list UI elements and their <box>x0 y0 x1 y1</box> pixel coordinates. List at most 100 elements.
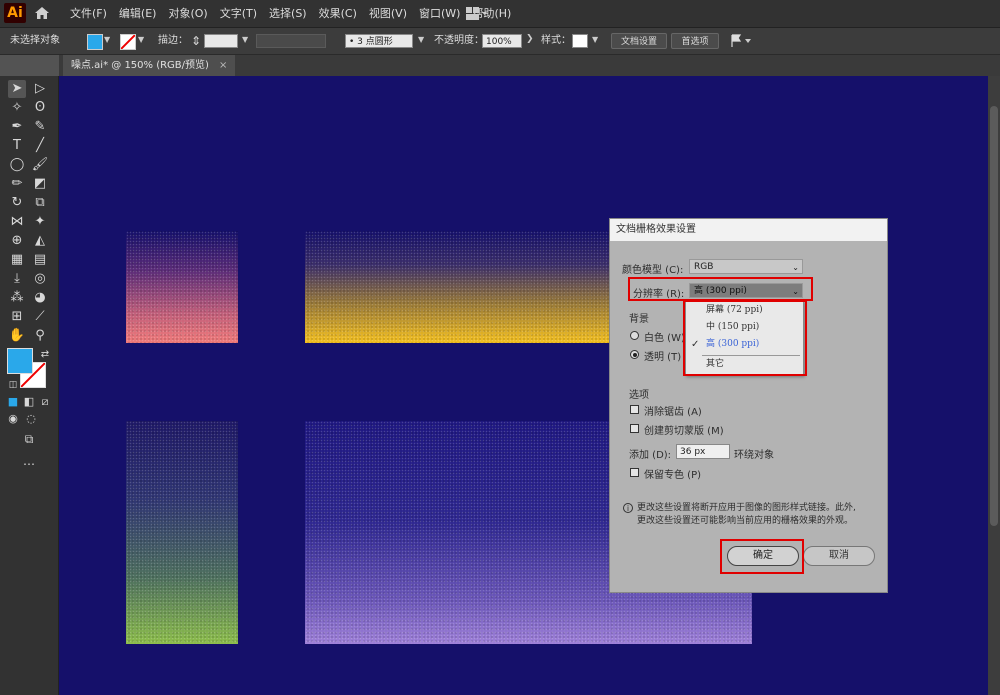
column-graph-tool-icon[interactable]: ◕ <box>31 289 49 307</box>
preserve-spot-colors-label[interactable]: 保留专色 (P) <box>644 466 701 481</box>
draw-behind-icon[interactable]: ◌ <box>22 410 40 428</box>
antialias-checkbox[interactable] <box>630 405 639 414</box>
menu-select[interactable]: 选择(S) <box>269 0 313 27</box>
opacity-label[interactable]: 不透明度： <box>434 28 484 54</box>
artwork-green-noise[interactable] <box>126 421 238 644</box>
slice-tool-icon[interactable]: ⟋ <box>31 308 49 326</box>
chevron-right-icon[interactable]: ❯ <box>526 34 534 44</box>
scale-tool-icon[interactable]: ⧉ <box>31 194 49 212</box>
menu-edit[interactable]: 编辑(E) <box>119 0 163 27</box>
type-tool-icon[interactable]: T <box>8 137 26 155</box>
note-line-1: 更改这些设置将断开应用于图像的图形样式链接。此外, <box>637 503 856 513</box>
stroke-weight-field[interactable] <box>204 34 238 48</box>
noise-overlay <box>126 421 238 644</box>
shape-builder-tool-icon[interactable]: ⊕ <box>8 232 26 250</box>
selection-tool-icon[interactable]: ➤ <box>8 80 26 98</box>
menu-window[interactable]: 窗口(W) <box>419 0 466 27</box>
menu-type[interactable]: 文字(T) <box>220 0 263 27</box>
brush-definition-field[interactable]: • 3 点圆形 <box>345 34 413 48</box>
background-white-radio[interactable] <box>630 331 639 340</box>
default-colors-icon[interactable]: ◫ <box>4 376 22 394</box>
home-icon[interactable] <box>34 5 50 21</box>
highlight-box-dropdown <box>683 300 807 376</box>
swap-colors-icon[interactable]: ⇄ <box>36 346 54 364</box>
document-setup-button[interactable]: 文档设置 <box>611 33 667 49</box>
chevron-down-icon[interactable]: ▼ <box>242 35 248 44</box>
add-label: 添加 (D): <box>629 450 672 461</box>
stroke-weight-stepper-icon[interactable]: ⇕ <box>191 28 201 54</box>
color-model-select[interactable]: RGB ⌄ <box>689 259 803 274</box>
cancel-button[interactable]: 取消 <box>803 546 875 566</box>
background-transparent-radio[interactable] <box>630 350 639 359</box>
document-tab[interactable]: 噪点.ai* @ 150% (RGB/预览) × <box>63 55 236 76</box>
artboard-tool-icon[interactable]: ⊞ <box>8 308 26 326</box>
fill-color-box[interactable] <box>7 348 33 374</box>
color-model-value: RGB <box>694 262 714 272</box>
chevron-down-icon: ⌄ <box>792 263 799 272</box>
perspective-grid-tool-icon[interactable]: ◭ <box>31 232 49 250</box>
noise-overlay <box>126 231 238 343</box>
ellipse-tool-icon[interactable]: ◯ <box>8 156 26 174</box>
magic-wand-tool-icon[interactable]: ✧ <box>8 99 26 117</box>
workspace-switcher-icon[interactable] <box>466 7 488 20</box>
preferences-button[interactable]: 首选项 <box>671 33 719 49</box>
chevron-down-icon[interactable]: ▼ <box>592 35 598 44</box>
scrollbar-thumb[interactable] <box>990 106 998 526</box>
artwork-pink-noise[interactable] <box>126 231 238 343</box>
opacity-field[interactable]: 100% <box>482 34 522 48</box>
rotate-tool-icon[interactable]: ↻ <box>8 194 26 212</box>
menu-effect[interactable]: 效果(C) <box>319 0 363 27</box>
highlight-box-resolution <box>628 277 813 301</box>
selection-status: 未选择对象 <box>10 35 60 46</box>
zoom-tool-icon[interactable]: ⚲ <box>31 327 49 345</box>
stroke-swatch[interactable] <box>120 34 136 50</box>
hand-tool-icon[interactable]: ✋ <box>8 327 26 345</box>
background-white-label[interactable]: 白色 (W) <box>644 329 685 344</box>
eyedropper-tool-icon[interactable]: ⤓ <box>8 270 26 288</box>
menu-items: 文件(F) 编辑(E) 对象(O) 文字(T) 选择(S) 效果(C) 视图(V… <box>70 0 523 27</box>
pencil-tool-icon[interactable]: ✏ <box>8 175 26 193</box>
close-icon[interactable]: × <box>219 60 227 71</box>
info-icon: i <box>623 503 633 513</box>
none-mode-icon[interactable]: ⧄ <box>36 393 54 411</box>
variable-width-profile[interactable] <box>256 34 326 48</box>
gradient-tool-icon[interactable]: ▤ <box>31 251 49 269</box>
add-suffix-label: 环绕对象 <box>734 450 774 461</box>
fill-swatch[interactable] <box>87 34 103 50</box>
chevron-down-icon[interactable]: ▼ <box>418 35 424 44</box>
clipping-mask-checkbox[interactable] <box>630 424 639 433</box>
style-label: 样式： <box>541 35 571 46</box>
color-model-label: 颜色模型 (C): <box>622 265 684 276</box>
mesh-tool-icon[interactable]: ▦ <box>8 251 26 269</box>
pen-tool-icon[interactable]: ✒ <box>8 118 26 136</box>
control-bar: 未选择对象 ▼ ▼ 描边： ⇕ ▼ • 3 点圆形 ▼ 不透明度： 100% ❯… <box>0 28 1000 55</box>
paintbrush-tool-icon[interactable]: 🖌 <box>31 156 49 174</box>
menu-object[interactable]: 对象(O) <box>168 0 213 27</box>
add-amount-field[interactable]: 36 px <box>676 444 730 459</box>
direct-selection-tool-icon[interactable]: ▷ <box>31 80 49 98</box>
blend-tool-icon[interactable]: ◎ <box>31 270 49 288</box>
preserve-spot-colors-checkbox[interactable] <box>630 468 639 477</box>
curvature-tool-icon[interactable]: ✎ <box>31 118 49 136</box>
draw-normal-icon[interactable]: ◉ <box>4 410 22 428</box>
menu-view[interactable]: 视图(V) <box>369 0 413 27</box>
app-logo: Ai <box>4 3 26 23</box>
line-segment-tool-icon[interactable]: ╱ <box>31 137 49 155</box>
edit-toolbar-icon[interactable]: ⋯ <box>20 455 38 473</box>
eraser-tool-icon[interactable]: ◩ <box>31 175 49 193</box>
puppet-warp-tool-icon[interactable]: ✦ <box>31 213 49 231</box>
antialias-label[interactable]: 消除锯齿 (A) <box>644 403 702 418</box>
arrange-documents-icon[interactable] <box>730 34 752 48</box>
chevron-down-icon[interactable]: ▼ <box>104 35 110 44</box>
chevron-down-icon[interactable]: ▼ <box>138 35 144 44</box>
background-transparent-label[interactable]: 透明 (T) <box>644 348 681 363</box>
tools-panel: « ➤ ▷ ✧ ʘ ✒ ✎ T ╱ ◯ 🖌 ✏ ◩ ↻ ⧉ ⋈ ✦ ⊕ ◭ ▦ … <box>0 76 59 695</box>
graphic-style-swatch[interactable] <box>572 34 588 48</box>
clipping-mask-label[interactable]: 创建剪切蒙版 (M) <box>644 422 724 437</box>
screen-mode-icon[interactable]: ⧉ <box>20 430 38 448</box>
menu-file[interactable]: 文件(F) <box>70 0 113 27</box>
symbol-sprayer-tool-icon[interactable]: ⁂ <box>8 289 26 307</box>
width-tool-icon[interactable]: ⋈ <box>8 213 26 231</box>
vertical-scrollbar[interactable] <box>988 76 1000 695</box>
lasso-tool-icon[interactable]: ʘ <box>31 99 49 117</box>
